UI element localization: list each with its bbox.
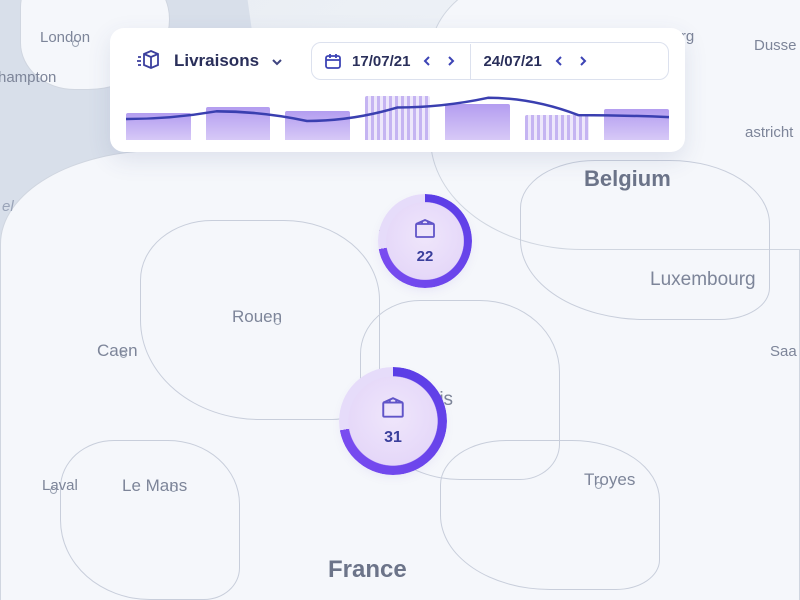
mode-dropdown[interactable]: Livraisons	[126, 42, 297, 80]
delivery-cluster[interactable]: 31	[344, 372, 442, 470]
map-view[interactable]: London Brighton hampton Middelburg Dusse…	[0, 0, 800, 600]
package-icon	[380, 396, 406, 425]
chart-bar	[445, 104, 510, 140]
chart-bar	[604, 109, 669, 140]
chevron-down-icon	[271, 51, 283, 71]
end-next-button[interactable]	[576, 53, 590, 69]
start-date[interactable]: 17/07/21	[352, 53, 410, 70]
end-date[interactable]: 24/07/21	[483, 53, 541, 70]
control-panel: Livraisons 17/07/21	[110, 28, 685, 152]
timeline-chart[interactable]	[126, 92, 669, 140]
mode-label: Livraisons	[174, 51, 259, 71]
cluster-count: 31	[384, 429, 402, 447]
delivery-cluster[interactable]: 22	[382, 198, 468, 284]
chart-bar	[365, 96, 430, 140]
chart-bar	[126, 113, 191, 140]
end-prev-button[interactable]	[552, 53, 566, 69]
chart-bar	[525, 115, 590, 140]
cluster-count: 22	[417, 248, 434, 265]
delivery-icon	[136, 50, 162, 72]
package-icon	[413, 218, 437, 244]
start-next-button[interactable]	[444, 53, 458, 69]
calendar-icon	[324, 52, 342, 70]
chart-bar	[285, 111, 350, 140]
chart-bar	[206, 107, 271, 140]
date-range-picker: 17/07/21 24/07/21	[311, 42, 669, 80]
start-prev-button[interactable]	[420, 53, 434, 69]
